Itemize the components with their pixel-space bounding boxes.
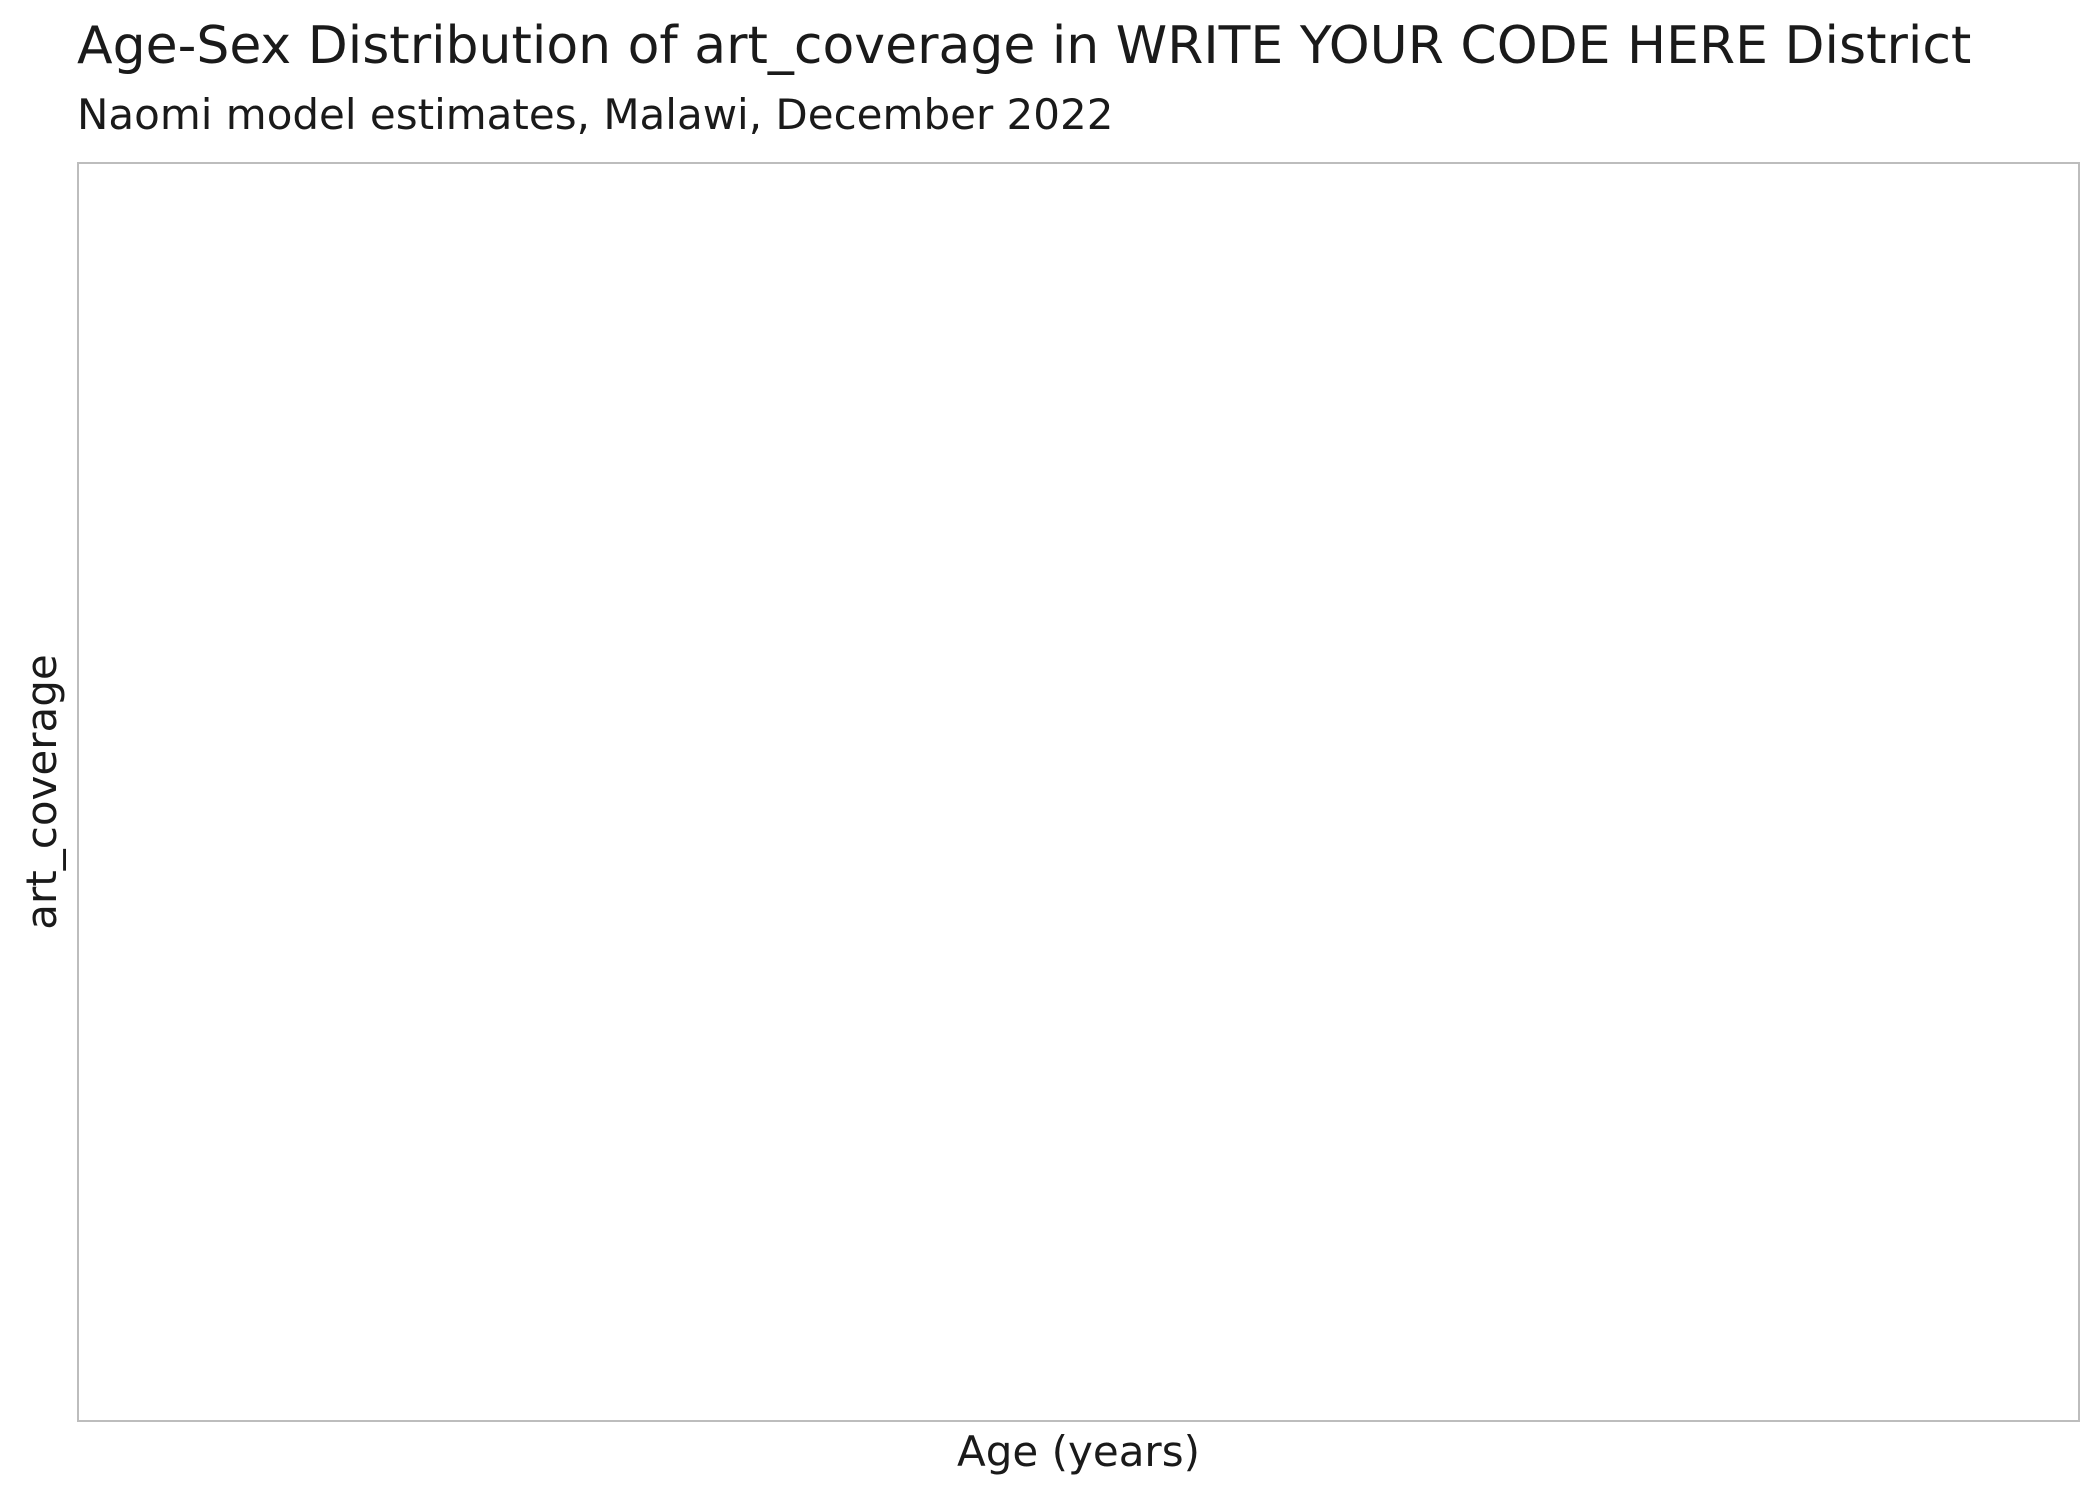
chart-subtitle: Naomi model estimates, Malawi, December … bbox=[77, 90, 1114, 139]
x-axis-label: Age (years) bbox=[957, 1427, 1200, 1476]
y-axis-label: art_coverage bbox=[17, 654, 66, 930]
chart-title: Age-Sex Distribution of art_coverage in … bbox=[77, 16, 1972, 76]
plot-panel bbox=[77, 162, 2080, 1422]
plot-area bbox=[79, 164, 2078, 1420]
